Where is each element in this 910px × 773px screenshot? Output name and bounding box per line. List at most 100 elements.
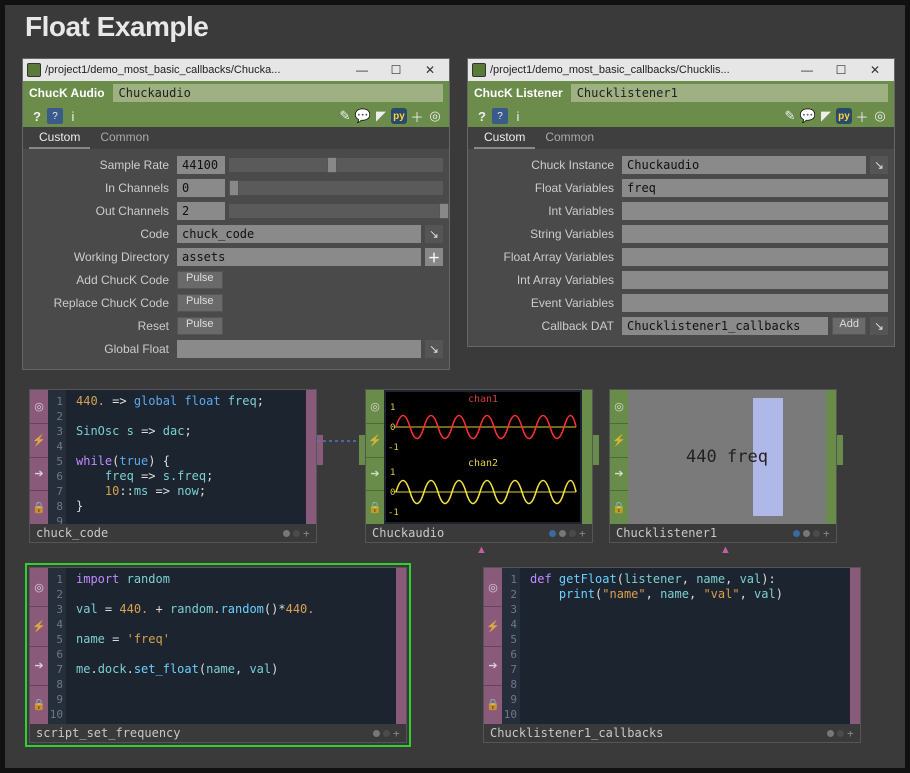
- component-name-input[interactable]: Chucklistener1: [571, 84, 888, 102]
- sample-rate-input[interactable]: 44100: [177, 156, 225, 174]
- global-float-expand-icon[interactable]: ↘: [425, 340, 443, 358]
- close-button[interactable]: ✕: [860, 61, 890, 79]
- callback-expand-icon[interactable]: ↘: [870, 317, 888, 335]
- node-right-handles[interactable]: [396, 568, 406, 724]
- help2-icon[interactable]: ?: [47, 108, 63, 124]
- node-chucklistener1-callbacks[interactable]: ◎ ⚡ ➔ 🔒 1 2 3 4 5 6 7 8 9 10 def getFloa…: [483, 567, 861, 743]
- code-viewer[interactable]: 1 2 3 4 5 6 7 8 9 10 def getFloat(listen…: [502, 568, 850, 724]
- lock-icon[interactable]: 🔒: [30, 686, 48, 724]
- titlebar[interactable]: /project1/demo_most_basic_callbacks/Chuc…: [23, 59, 449, 81]
- code-viewer[interactable]: 1 2 3 4 5 6 7 8 9 440. => global float f…: [48, 390, 306, 524]
- comment-icon[interactable]: 💬: [355, 108, 371, 124]
- node-left-handles[interactable]: ◎ ⚡ ➔ 🔒: [366, 390, 384, 524]
- instance-expand-icon[interactable]: ↘: [870, 156, 888, 174]
- info-icon[interactable]: i: [65, 108, 81, 124]
- floatvars-input[interactable]: freq: [622, 179, 888, 197]
- output-connector[interactable]: [317, 435, 323, 465]
- add-icon[interactable]: ＋: [409, 108, 425, 124]
- tag-icon[interactable]: ◤: [373, 108, 389, 124]
- chuck-listener-window[interactable]: /project1/demo_most_basic_callbacks/Chuc…: [467, 58, 895, 347]
- node-left-handles[interactable]: ◎ ⚡ ➔ 🔒: [484, 568, 502, 724]
- python-icon[interactable]: py: [391, 108, 407, 124]
- minimize-button[interactable]: —: [347, 61, 377, 79]
- bolt-icon[interactable]: ⚡: [366, 424, 384, 458]
- floatarr-input[interactable]: [622, 248, 888, 266]
- out-channels-slider[interactable]: [229, 204, 443, 218]
- minimize-button[interactable]: —: [792, 61, 822, 79]
- maximize-button[interactable]: ☐: [381, 61, 411, 79]
- output-connector[interactable]: [837, 435, 843, 465]
- bolt-icon[interactable]: ⚡: [484, 607, 502, 646]
- node-title[interactable]: script_set_frequency +: [30, 724, 406, 742]
- arrow-icon[interactable]: ➔: [610, 458, 628, 492]
- input-connector[interactable]: [359, 435, 365, 465]
- node-left-handles[interactable]: ◎ ⚡ ➔ 🔒: [30, 390, 48, 524]
- target-icon[interactable]: ◎: [610, 390, 628, 424]
- instance-input[interactable]: Chuckaudio: [622, 156, 866, 174]
- node-right-handles[interactable]: [826, 390, 836, 524]
- listener-viewer[interactable]: 440 freq: [628, 390, 826, 524]
- target-icon[interactable]: ◎: [30, 568, 48, 607]
- in-channels-input[interactable]: 0: [177, 179, 225, 197]
- add-chuck-code-pulse-button[interactable]: Pulse: [177, 271, 223, 289]
- help-icon[interactable]: ?: [29, 108, 45, 124]
- node-left-handles[interactable]: ◎ ⚡ ➔ 🔒: [610, 390, 628, 524]
- tab-custom[interactable]: Custom: [29, 127, 90, 149]
- node-script-set-frequency[interactable]: ◎ ⚡ ➔ 🔒 1 2 3 4 5 6 7 8 9 10 import rand…: [29, 567, 407, 743]
- node-left-handles[interactable]: ◎ ⚡ ➔ 🔒: [30, 568, 48, 724]
- workdir-add-icon[interactable]: ＋: [425, 248, 443, 266]
- tag-icon[interactable]: ◤: [818, 108, 834, 124]
- out-channels-input[interactable]: 2: [177, 202, 225, 220]
- lock-icon[interactable]: 🔒: [484, 686, 502, 724]
- sample-rate-slider[interactable]: [229, 158, 443, 172]
- target-icon[interactable]: ◎: [427, 108, 443, 124]
- comment-icon[interactable]: 💬: [800, 108, 816, 124]
- eventvars-input[interactable]: [622, 294, 888, 312]
- arrow-icon[interactable]: ➔: [484, 647, 502, 686]
- maximize-button[interactable]: ☐: [826, 61, 856, 79]
- node-chuckaudio[interactable]: ◎ ⚡ ➔ 🔒 chan1 1 0 -1 chan2 1 0 -1: [365, 389, 593, 543]
- code-input[interactable]: chuck_code: [177, 225, 421, 243]
- target-icon[interactable]: ◎: [484, 568, 502, 607]
- intarr-input[interactable]: [622, 271, 888, 289]
- python-icon[interactable]: py: [836, 108, 852, 124]
- chevron-up-icon[interactable]: ▲: [720, 544, 731, 556]
- waveform-viewer[interactable]: chan1 1 0 -1 chan2 1 0 -1: [384, 390, 582, 524]
- callback-add-button[interactable]: Add: [832, 317, 866, 335]
- lock-icon[interactable]: 🔒: [366, 491, 384, 524]
- arrow-icon[interactable]: ➔: [366, 458, 384, 492]
- replace-chuck-code-pulse-button[interactable]: Pulse: [177, 294, 223, 312]
- node-right-handles[interactable]: [850, 568, 860, 724]
- edit-icon[interactable]: ✎: [782, 108, 798, 124]
- workdir-input[interactable]: assets: [177, 248, 421, 266]
- lock-icon[interactable]: 🔒: [610, 491, 628, 524]
- component-name-input[interactable]: Chuckaudio: [113, 84, 443, 102]
- reset-pulse-button[interactable]: Pulse: [177, 317, 223, 335]
- node-chucklistener1[interactable]: ◎ ⚡ ➔ 🔒 440 freq Chucklistener1 + ▲: [609, 389, 837, 543]
- bolt-icon[interactable]: ⚡: [610, 424, 628, 458]
- code-expand-icon[interactable]: ↘: [425, 225, 443, 243]
- node-right-handles[interactable]: [582, 390, 592, 524]
- node-right-handles[interactable]: [306, 390, 316, 524]
- help-icon[interactable]: ?: [474, 108, 490, 124]
- in-channels-slider[interactable]: [229, 181, 443, 195]
- node-title[interactable]: Chucklistener1 +: [610, 524, 836, 542]
- close-button[interactable]: ✕: [415, 61, 445, 79]
- node-title[interactable]: chuck_code +: [30, 524, 316, 542]
- edit-icon[interactable]: ✎: [337, 108, 353, 124]
- code-viewer[interactable]: 1 2 3 4 5 6 7 8 9 10 import random val =…: [48, 568, 396, 724]
- output-connector[interactable]: [593, 435, 599, 465]
- tab-common[interactable]: Common: [90, 127, 159, 149]
- target-icon[interactable]: ◎: [366, 390, 384, 424]
- target-icon[interactable]: ◎: [872, 108, 888, 124]
- target-icon[interactable]: ◎: [30, 390, 48, 424]
- arrow-icon[interactable]: ➔: [30, 458, 48, 492]
- arrow-icon[interactable]: ➔: [30, 647, 48, 686]
- info-icon[interactable]: i: [510, 108, 526, 124]
- node-title[interactable]: Chuckaudio +: [366, 524, 592, 542]
- tab-custom[interactable]: Custom: [474, 127, 535, 149]
- chevron-up-icon[interactable]: ▲: [476, 544, 487, 556]
- intvars-input[interactable]: [622, 202, 888, 220]
- add-icon[interactable]: ＋: [854, 108, 870, 124]
- stringvars-input[interactable]: [622, 225, 888, 243]
